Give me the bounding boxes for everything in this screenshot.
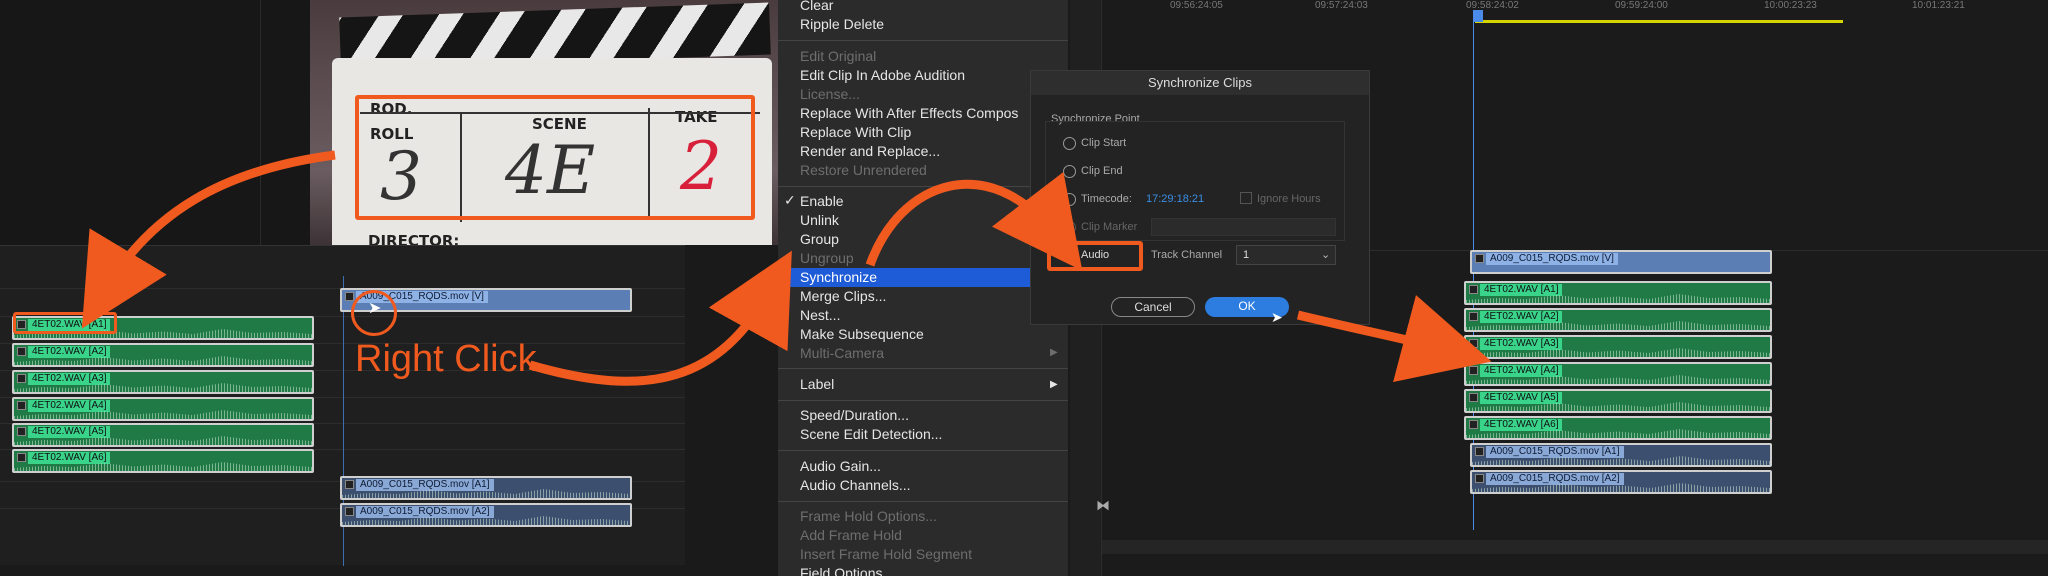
right-click-to-menu-arrow <box>528 250 792 386</box>
slate-to-clip-arrow <box>81 150 336 329</box>
annotation-arrows <box>81 150 1492 386</box>
dialog-to-result-arrow <box>1296 295 1492 383</box>
menu-to-dialog-arrow <box>865 171 1083 271</box>
